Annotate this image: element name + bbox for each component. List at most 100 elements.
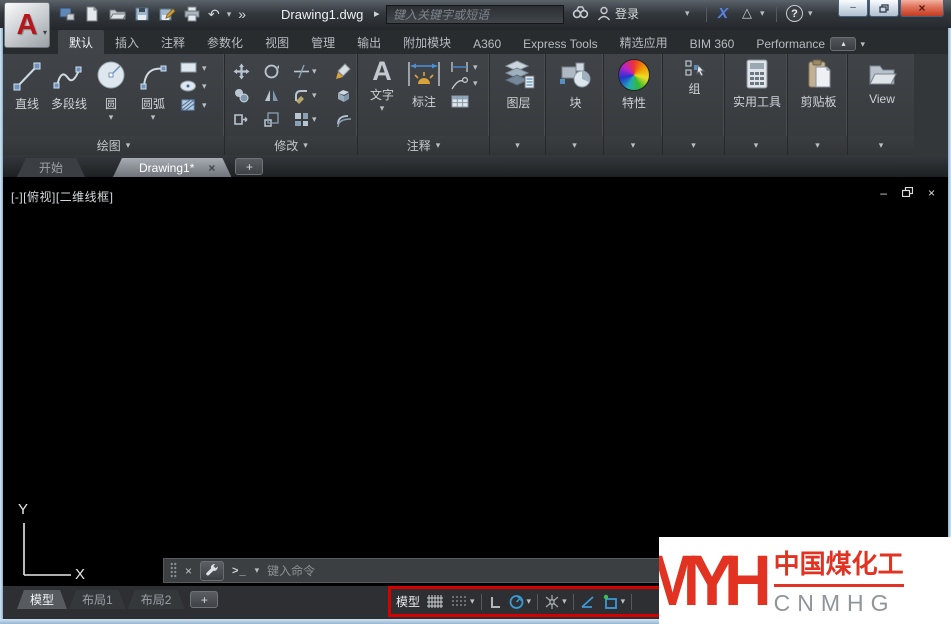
print-icon[interactable] [183,5,201,23]
line-button[interactable]: 直线 [6,56,48,136]
tab-parametric[interactable]: 参数化 [196,30,254,54]
polar-tracking-toggle[interactable]: ▾ [508,594,532,610]
text-caret[interactable]: ▾ [380,104,385,113]
file-tab-drawing1[interactable]: Drawing1* × [113,158,231,177]
help-caret[interactable]: ▾ [808,9,813,18]
ribbon-collapse-caret[interactable]: ▾ [860,40,865,49]
save-icon[interactable] [133,5,151,23]
open-file-icon[interactable] [108,5,126,23]
command-input-placeholder[interactable]: 键入命令 [267,562,315,579]
copy-button[interactable] [233,83,263,107]
tab-a360[interactable]: A360 [462,33,512,54]
circle-caret[interactable]: ▾ [109,113,114,122]
model-space-toggle[interactable]: 模型 [396,593,420,610]
text-button[interactable]: A 文字 ▾ [361,56,403,136]
new-layout-button[interactable]: + [190,591,218,608]
tab-annotate[interactable]: 注释 [150,30,196,54]
customize-qat-icon[interactable] [58,5,76,23]
undo-dropdown-caret[interactable]: ▾ [227,10,232,19]
new-drawing-tab-button[interactable]: + [235,158,263,175]
tab-insert[interactable]: 插入 [104,30,150,54]
viewport-minimize-icon[interactable]: – [880,186,887,200]
panel-draw-footer[interactable]: 绘图 ▾ [3,136,224,155]
stretch-button[interactable] [233,107,263,131]
command-drag-handle[interactable] [170,562,177,579]
viewport-close-icon[interactable]: × [928,186,935,200]
panel-modify-footer[interactable]: 修改 ▾ [225,136,357,155]
panel-properties-footer[interactable]: ▾ [604,136,662,155]
layout-tab-model[interactable]: 模型 [17,590,67,609]
command-line-bar[interactable]: × >_ ▾ 键入命令 [163,558,664,583]
ortho-toggle[interactable] [488,595,502,609]
trim-caret[interactable]: ▾ [312,67,317,76]
panel-clipboard-footer[interactable]: ▾ [788,136,847,155]
tab-view[interactable]: 视图 [254,30,300,54]
new-file-icon[interactable] [83,5,101,23]
panel-utilities-footer[interactable]: ▾ [725,136,787,155]
snap-mode-toggle[interactable]: ▾ [450,594,475,609]
circle-button[interactable]: 圆 ▾ [90,56,132,136]
a360-caret[interactable]: ▾ [760,9,765,18]
object-snap-tracking-toggle[interactable]: ▾ [544,594,567,610]
move-button[interactable] [233,59,263,83]
snap-caret[interactable]: ▾ [470,597,475,606]
panel-groups-footer[interactable]: ▾ [663,136,724,155]
linear-dimension-caret[interactable]: ▾ [473,63,478,72]
table-button[interactable] [450,94,478,109]
undo-icon[interactable]: ↶ [208,7,220,21]
hatch-caret[interactable]: ▾ [202,101,207,110]
tab-output[interactable]: 输出 [346,30,392,54]
arc-caret[interactable]: ▾ [151,113,156,122]
restore-button[interactable] [869,0,899,17]
drawing-canvas[interactable]: [-][俯视][二维线框] – × Y X × >_ ▾ 键入命令 [3,177,948,586]
layers-button[interactable]: 图层 [493,56,544,136]
utilities-button[interactable]: 实用工具 [728,56,786,136]
hatch-button[interactable]: ▾ [179,97,207,113]
close-button[interactable]: × [900,0,944,17]
rectangle-button[interactable]: ▾ [179,61,207,75]
block-button[interactable]: 块 [549,56,602,136]
tab-home[interactable]: 默认 [58,30,104,54]
array-caret[interactable]: ▾ [312,115,317,124]
help-button[interactable]: ? [786,5,803,22]
drawing1-tab-close-icon[interactable]: × [208,161,215,175]
command-close-icon[interactable]: × [185,564,192,578]
panel-layers-footer[interactable]: ▾ [490,136,545,155]
properties-button[interactable]: 特性 [607,56,661,136]
ellipse-button[interactable]: ▾ [179,79,207,93]
exchange-apps-icon[interactable]: X [718,5,728,22]
layout-tab-layout1[interactable]: 布局1 [69,590,126,609]
minimize-button[interactable]: – [838,0,868,17]
otrack-caret[interactable]: ▾ [562,597,567,606]
viewport-controls-label[interactable]: [-][俯视][二维线框] [11,188,114,205]
ellipse-caret[interactable]: ▾ [202,82,207,91]
tab-addins[interactable]: 附加模块 [392,30,462,54]
clipboard-button[interactable]: 剪贴板 [791,56,846,136]
view-button[interactable]: View [851,56,913,136]
arc-button[interactable]: 圆弧 ▾ [132,56,174,136]
signin-button[interactable]: 登录 [597,5,639,22]
fillet-caret[interactable]: ▾ [312,91,317,100]
array-button[interactable]: ▾ [293,107,335,131]
group-button[interactable]: 组 [666,56,723,136]
osnap-angle-toggle[interactable] [580,595,596,609]
panel-view-footer[interactable]: ▾ [848,136,914,155]
grid-display-toggle[interactable] [426,594,444,609]
linear-dimension-button[interactable]: ▾ [450,61,478,73]
file-tab-start[interactable]: 开始 [17,158,85,177]
command-prompt-caret[interactable]: ▾ [255,566,260,575]
ribbon-collapse-control[interactable]: ▴ ▾ [830,37,865,51]
search-button[interactable] [572,5,589,20]
command-customize-button[interactable] [200,561,224,581]
tab-manage[interactable]: 管理 [300,30,346,54]
fillet-button[interactable]: ▾ [293,83,335,107]
rotate-button[interactable] [263,59,293,83]
viewport-restore-icon[interactable] [902,186,913,200]
a360-icon[interactable]: △ [742,5,752,21]
command-prompt-icon[interactable]: >_ [232,565,247,577]
tab-express-tools[interactable]: Express Tools [512,33,608,54]
mirror-button[interactable] [263,83,293,107]
rectangle-caret[interactable]: ▾ [202,64,207,73]
polar-caret[interactable]: ▾ [527,597,532,606]
layout-tab-layout2[interactable]: 布局2 [128,590,185,609]
